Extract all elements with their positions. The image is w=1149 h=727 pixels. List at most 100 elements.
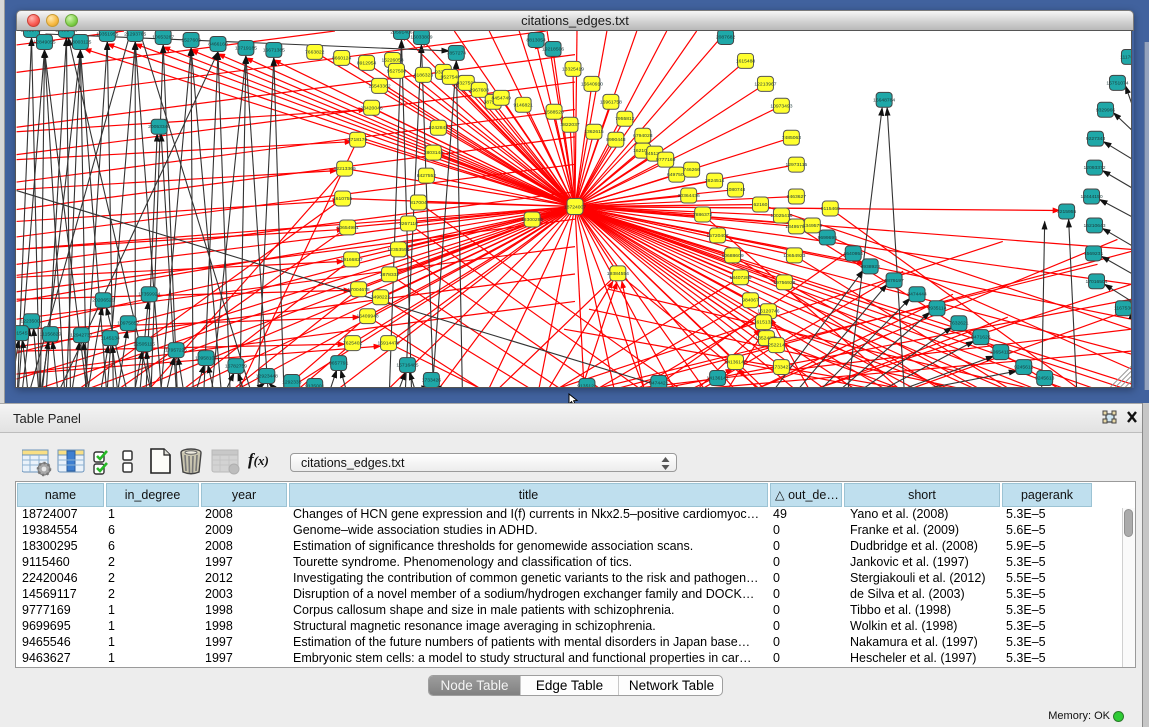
svg-text:11156829: 11156829: [40, 332, 62, 338]
svg-text:16409948: 16409948: [357, 314, 379, 320]
svg-text:20691406: 20691406: [55, 31, 77, 33]
svg-text:10653287: 10653287: [152, 34, 174, 40]
svg-text:2935114: 2935114: [927, 306, 946, 312]
svg-text:9474444: 9474444: [907, 292, 927, 298]
svg-text:7663822: 7663822: [305, 49, 325, 55]
svg-text:16671385: 16671385: [263, 47, 285, 53]
svg-text:10654112: 10654112: [990, 350, 1012, 356]
svg-text:9135121: 9135121: [577, 383, 597, 388]
svg-text:12849055: 12849055: [33, 39, 55, 45]
svg-text:817004: 817004: [410, 200, 427, 206]
svg-text:12973115: 12973115: [785, 162, 807, 168]
svg-text:6879197: 6879197: [884, 278, 904, 284]
svg-text:12923448: 12923448: [256, 374, 278, 380]
svg-text:16961758: 16961758: [600, 99, 622, 105]
svg-text:1349579: 1349579: [803, 223, 823, 229]
svg-text:15716485: 15716485: [396, 363, 418, 369]
svg-text:9135001: 9135001: [305, 383, 325, 388]
svg-text:1588520: 1588520: [544, 109, 564, 115]
svg-text:10719185: 10719185: [235, 45, 257, 51]
svg-text:9227343: 9227343: [1086, 136, 1106, 142]
svg-text:252214: 252214: [768, 343, 785, 349]
svg-text:18003125: 18003125: [69, 39, 91, 45]
svg-text:1167530: 1167530: [1114, 306, 1132, 312]
svg-text:19166827: 19166827: [341, 257, 363, 263]
svg-text:16033809: 16033809: [410, 34, 432, 40]
svg-text:18407299: 18407299: [729, 275, 751, 281]
svg-text:8938923: 8938923: [860, 264, 880, 270]
svg-text:1117061: 1117061: [1120, 54, 1132, 60]
svg-text:16543362: 16543362: [368, 83, 390, 89]
svg-text:16120746: 16120746: [757, 309, 779, 315]
svg-text:9115460: 9115460: [821, 206, 840, 212]
svg-text:8471626: 8471626: [971, 335, 991, 341]
svg-text:20053346: 20053346: [148, 124, 170, 130]
svg-text:13325419: 13325419: [562, 66, 584, 72]
svg-text:7632621: 7632621: [949, 321, 969, 327]
svg-text:2718176: 2718176: [348, 137, 368, 143]
svg-text:1080748: 1080748: [726, 187, 746, 193]
svg-text:8660124: 8660124: [332, 55, 352, 61]
svg-text:23420046: 23420046: [361, 105, 383, 111]
svg-text:1145134: 1145134: [101, 336, 120, 342]
svg-text:6794028: 6794028: [633, 133, 653, 139]
svg-text:8454749: 8454749: [492, 95, 512, 101]
svg-text:12093372: 12093372: [1083, 165, 1105, 171]
svg-text:12353594: 12353594: [387, 247, 409, 253]
svg-text:8427552: 8427552: [417, 173, 437, 179]
svg-text:1527602: 1527602: [181, 37, 201, 43]
svg-text:1615132: 1615132: [754, 320, 774, 326]
svg-text:20364436: 20364436: [678, 193, 700, 199]
svg-text:17004678: 17004678: [348, 287, 370, 293]
svg-text:62160: 62160: [754, 202, 768, 208]
svg-text:12213967: 12213967: [754, 81, 776, 87]
svg-text:10654981: 10654981: [337, 225, 359, 231]
svg-text:16914479: 16914479: [377, 341, 399, 347]
svg-text:9242843: 9242843: [429, 125, 449, 131]
svg-text:16210643: 16210643: [1083, 223, 1105, 229]
svg-text:15720407: 15720407: [707, 233, 729, 239]
svg-text:1615488: 1615488: [736, 58, 756, 64]
svg-text:19218506: 19218506: [542, 46, 564, 52]
svg-text:3498222: 3498222: [371, 295, 391, 301]
svg-text:18300295: 18300295: [521, 217, 543, 223]
svg-text:1610755: 1610755: [333, 196, 353, 202]
svg-text:9474421: 9474421: [649, 381, 669, 387]
svg-text:8466160: 8466160: [208, 41, 228, 47]
svg-text:1640954: 1640954: [844, 251, 864, 257]
svg-text:7485063: 7485063: [782, 135, 802, 141]
svg-text:19351955: 19351955: [96, 31, 118, 37]
svg-text:1362615: 1362615: [584, 129, 604, 135]
svg-text:12505115: 12505115: [133, 342, 155, 348]
svg-text:10688609: 10688609: [721, 253, 743, 259]
svg-text:12213369: 12213369: [334, 166, 356, 172]
svg-text:9777169: 9777169: [656, 157, 676, 163]
svg-text:10973493: 10973493: [770, 103, 792, 109]
svg-text:7857274: 7857274: [447, 50, 467, 56]
svg-text:3878332: 3878332: [380, 272, 400, 278]
svg-text:15751074: 15751074: [1106, 80, 1128, 86]
svg-text:9245613: 9245613: [1035, 376, 1055, 382]
svg-text:9527508: 9527508: [387, 68, 407, 74]
svg-text:19384554: 19384554: [607, 271, 629, 277]
svg-text:14055717: 14055717: [20, 31, 42, 33]
svg-text:8813054: 8813054: [526, 37, 546, 43]
svg-text:3822037: 3822037: [560, 122, 580, 128]
svg-text:12235001: 12235001: [20, 319, 42, 325]
svg-text:18724007: 18724007: [564, 205, 586, 211]
svg-text:19756928: 19756928: [773, 280, 795, 286]
svg-text:1733426: 1733426: [422, 378, 442, 384]
svg-text:746266: 746266: [683, 167, 700, 173]
svg-text:8912954: 8912954: [357, 60, 377, 66]
svg-text:20206526: 20206526: [92, 298, 114, 304]
svg-text:1569231: 1569231: [1084, 251, 1104, 257]
svg-text:8186323: 8186323: [414, 72, 434, 78]
svg-text:9245612: 9245612: [1014, 365, 1034, 371]
svg-text:10025416: 10025416: [770, 213, 792, 219]
svg-text:2967608: 2967608: [470, 87, 490, 93]
svg-text:16648784: 16648784: [873, 97, 895, 103]
svg-text:12444150: 12444150: [1080, 194, 1102, 200]
svg-text:7886372: 7886372: [693, 212, 713, 218]
svg-text:14136142: 14136142: [724, 360, 746, 366]
svg-text:15640910: 15640910: [581, 81, 603, 87]
